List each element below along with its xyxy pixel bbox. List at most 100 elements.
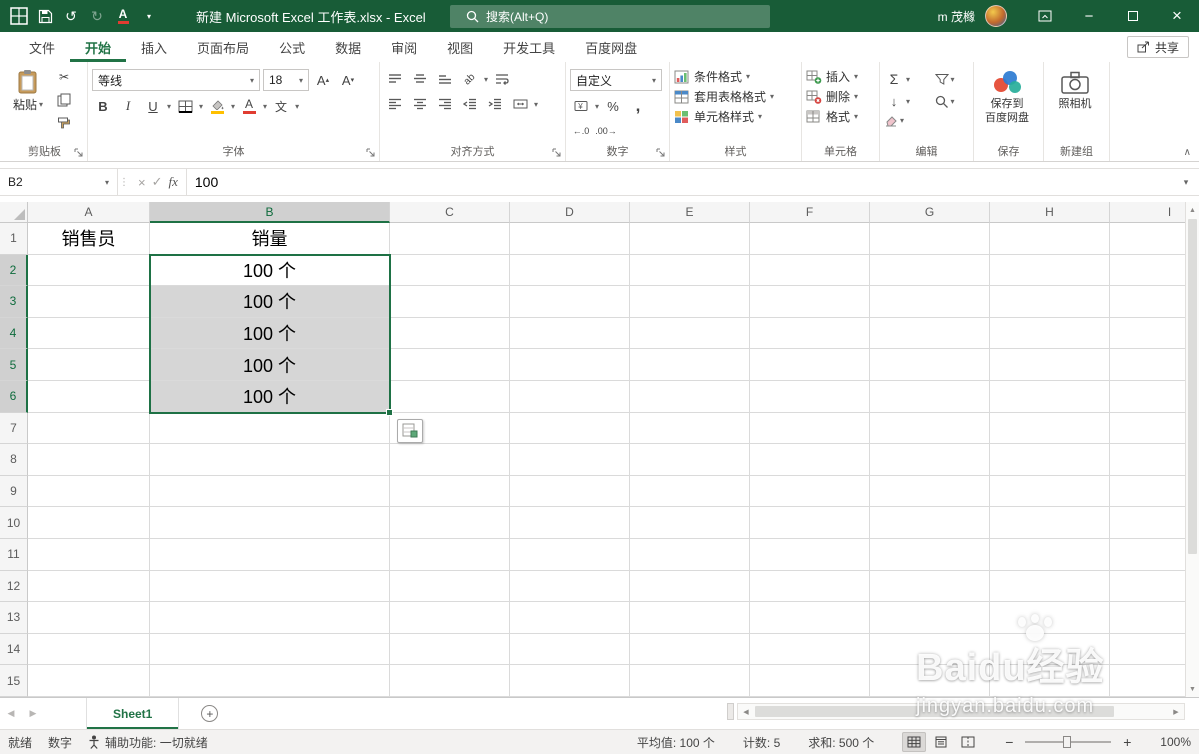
decrease-decimal-button[interactable]: .00→ [595,121,617,141]
cell-B6[interactable]: 100 个 [150,380,390,413]
row-header-10[interactable]: 10 [0,507,28,539]
cut-button[interactable]: ✂ [54,68,74,86]
select-all-button[interactable] [0,202,28,223]
quick-access-customize-icon[interactable]: ▾ [136,0,162,32]
cell-A5[interactable] [28,349,150,381]
cell-E10[interactable] [630,507,750,539]
cell-B2[interactable]: 100 个 [150,254,390,287]
cell-F13[interactable] [750,602,870,634]
bottom-align-button[interactable] [434,69,456,89]
row-header-1[interactable]: 1 [0,223,28,255]
cell-B11[interactable] [150,538,390,571]
name-box[interactable]: B2 ▾ [0,169,118,195]
cell-B5[interactable]: 100 个 [150,349,390,381]
cell-H6[interactable] [990,380,1110,413]
cell-I12[interactable] [1110,570,1185,603]
enter-icon[interactable]: ✓ [152,174,163,190]
phonetic-guide-button[interactable]: 文 [270,96,292,116]
cell-I9[interactable] [1110,475,1185,508]
cell-I7[interactable] [1110,412,1185,445]
save-icon[interactable] [32,0,58,32]
percent-style-button[interactable]: % [602,96,624,116]
cell-B8[interactable] [150,444,390,476]
sheet-nav-left-icon[interactable]: ◀ [0,698,22,729]
cell-A6[interactable] [28,380,150,413]
row-header-8[interactable]: 8 [0,444,28,476]
cell-I14[interactable] [1110,633,1185,666]
cell-D4[interactable] [510,317,630,350]
cell-H12[interactable] [990,570,1110,603]
cell-A10[interactable] [28,507,150,539]
column-header-G[interactable]: G [870,202,990,223]
cell-styles-button[interactable]: 单元格样式 ▾ [674,108,797,125]
font-color-button[interactable]: A [238,96,260,116]
font-color-quick-icon[interactable]: A [110,0,136,32]
cell-F1[interactable] [750,223,870,255]
cell-I15[interactable] [1110,665,1185,697]
row-header-7[interactable]: 7 [0,412,28,445]
cell-A9[interactable] [28,475,150,508]
cell-C2[interactable] [390,254,510,287]
cell-H4[interactable] [990,317,1110,350]
cell-E5[interactable] [630,349,750,381]
cell-I5[interactable] [1110,349,1185,381]
tab-数据[interactable]: 数据 [320,32,376,62]
merge-center-button[interactable] [509,94,531,114]
format-as-table-button[interactable]: 套用表格格式 ▾ [674,88,797,105]
orientation-button[interactable]: ab [459,69,481,89]
accessibility-status[interactable]: 辅助功能: 一切就绪 [88,734,208,751]
cell-B15[interactable] [150,665,390,697]
row-header-15[interactable]: 15 [0,665,28,697]
cell-H11[interactable] [990,538,1110,571]
cell-H13[interactable] [990,602,1110,634]
cell-E7[interactable] [630,412,750,445]
scroll-right-icon[interactable]: ▶ [1168,708,1184,716]
row-header-6[interactable]: 6 [0,380,28,413]
formula-bar-drag-handle[interactable]: ⋮ [118,169,130,195]
page-layout-view-button[interactable] [929,732,953,752]
cell-H8[interactable] [990,444,1110,476]
minimize-button[interactable]: − [1067,0,1111,32]
cell-D3[interactable] [510,286,630,318]
align-right-button[interactable] [434,94,456,114]
cell-G8[interactable] [870,444,990,476]
tab-百度网盘[interactable]: 百度网盘 [570,32,652,62]
fill-handle[interactable] [386,408,393,416]
scroll-down-icon[interactable]: ▼ [1186,681,1199,697]
cell-G11[interactable] [870,538,990,571]
normal-view-button[interactable] [902,732,927,752]
cell-D13[interactable] [510,602,630,634]
row-header-11[interactable]: 11 [0,538,28,571]
cell-C10[interactable] [390,507,510,539]
sheet-nav-right-icon[interactable]: ▶ [22,698,44,729]
tab-页面布局[interactable]: 页面布局 [182,32,264,62]
cell-D1[interactable] [510,223,630,255]
cell-G12[interactable] [870,570,990,603]
cell-C8[interactable] [390,444,510,476]
cell-E15[interactable] [630,665,750,697]
cell-I1[interactable] [1110,223,1185,255]
zoom-level[interactable]: 100% [1160,735,1191,749]
scroll-up-icon[interactable]: ▲ [1186,202,1199,218]
cell-C5[interactable] [390,349,510,381]
conditional-formatting-button[interactable]: 条件格式 ▾ [674,68,797,85]
cell-B4[interactable]: 100 个 [150,317,390,350]
cell-B1[interactable]: 销量 [150,223,390,255]
cell-D9[interactable] [510,475,630,508]
formula-input[interactable]: 100 [187,169,1173,195]
close-button[interactable]: × [1155,0,1199,32]
align-center-button[interactable] [409,94,431,114]
cell-H14[interactable] [990,633,1110,666]
align-left-button[interactable] [384,94,406,114]
underline-button[interactable]: U [142,96,164,116]
increase-font-size-button[interactable]: A ▴ [312,70,334,90]
tab-公式[interactable]: 公式 [264,32,320,62]
insert-cells-button[interactable]: 插入 ▾ [806,68,875,85]
cell-G1[interactable] [870,223,990,255]
cell-A13[interactable] [28,602,150,634]
cell-D6[interactable] [510,380,630,413]
cell-B13[interactable] [150,602,390,634]
cell-C4[interactable] [390,317,510,350]
cell-D12[interactable] [510,570,630,603]
increase-indent-button[interactable] [484,94,506,114]
